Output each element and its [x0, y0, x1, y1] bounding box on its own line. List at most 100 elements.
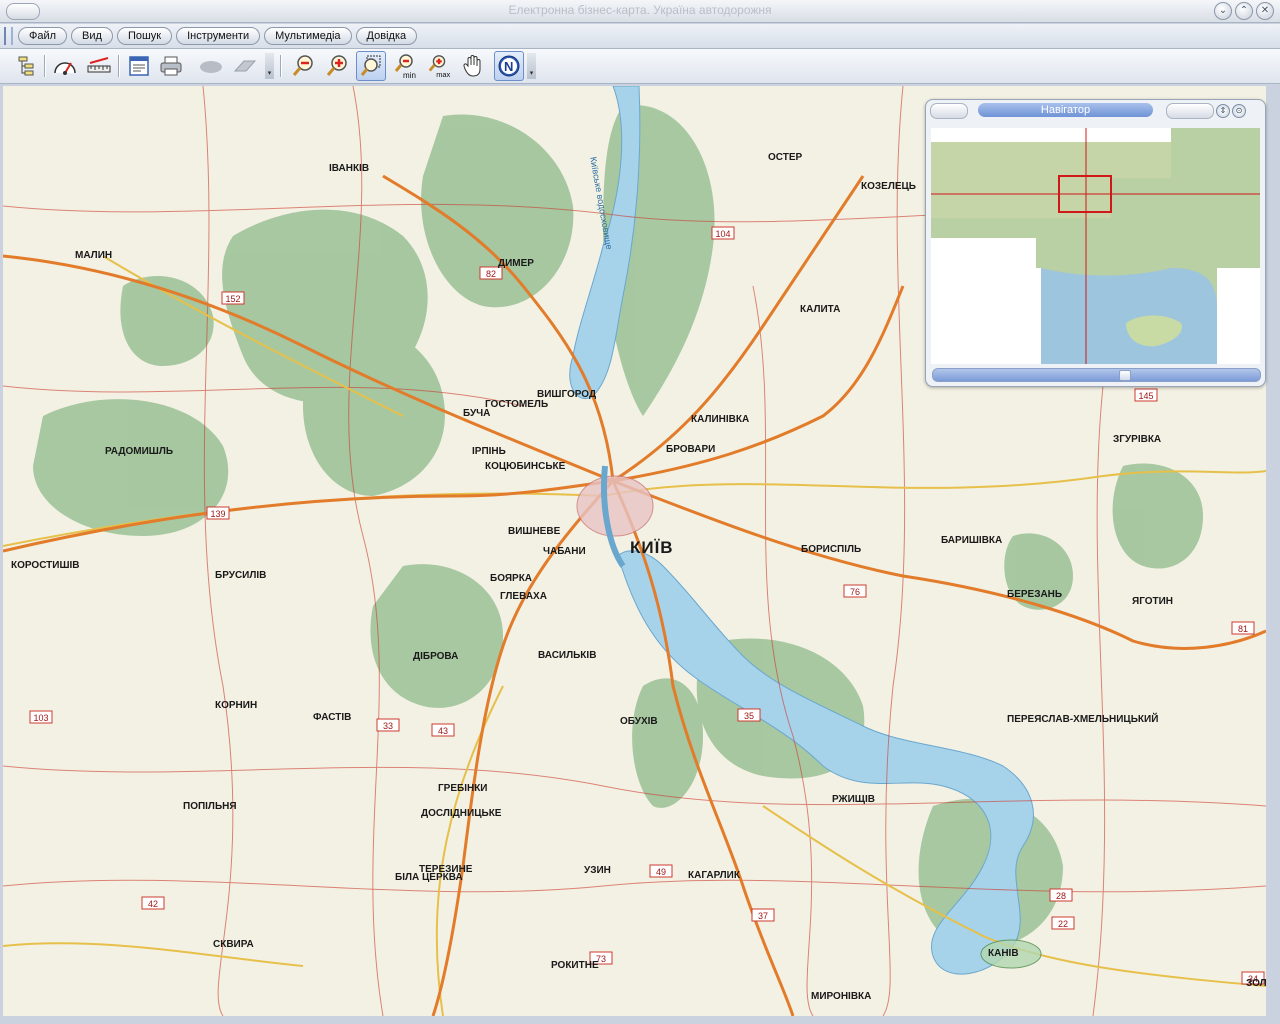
city-label[interactable]: ДОСЛІДНИЦЬКЕ	[421, 808, 501, 819]
menu-tools[interactable]: Інструменти	[176, 27, 261, 45]
city-label[interactable]: ДІБРОВА	[413, 651, 458, 662]
navigator-title: Навігатор	[978, 103, 1153, 117]
city-label[interactable]: СКВИРА	[213, 939, 254, 950]
svg-text:76: 76	[850, 587, 860, 597]
road-number-label: 42	[141, 896, 165, 910]
zoom-min-icon[interactable]: min	[392, 53, 418, 79]
road-number-label: 37	[751, 908, 775, 922]
zoom-max-label: max	[436, 70, 450, 79]
menu-view[interactable]: Вид	[71, 27, 113, 45]
city-label[interactable]: ТЕРЕЗИНЕ	[419, 864, 472, 875]
road-number-label: 145	[1134, 388, 1158, 402]
zoom-area-icon[interactable]	[356, 51, 386, 81]
city-label[interactable]: ОБУХІВ	[620, 716, 658, 727]
maximize-button[interactable]: ⌃	[1235, 2, 1253, 20]
zoom-out-icon[interactable]	[290, 53, 316, 79]
navigator-panel[interactable]: Навігатор ⇕ ⊙	[925, 99, 1266, 387]
svg-text:35: 35	[744, 711, 754, 721]
city-label[interactable]: МАЛИН	[75, 250, 112, 261]
navigator-resize-icon[interactable]: ⇕	[1216, 104, 1230, 118]
city-label[interactable]: ГОСТОМЕЛЬ	[485, 399, 548, 410]
city-label[interactable]: ЯГОТИН	[1132, 596, 1173, 607]
city-label[interactable]: ГЛЕВАХА	[500, 591, 547, 602]
city-label[interactable]: ВИШНЕВЕ	[508, 526, 560, 537]
svg-text:152: 152	[225, 294, 240, 304]
city-label[interactable]: РЖИЩІВ	[832, 794, 875, 805]
city-label[interactable]: ДИМЕР	[498, 258, 534, 269]
city-label[interactable]: КОЗЕЛЕЦЬ	[861, 181, 916, 192]
road-number-label: 28	[1049, 888, 1073, 902]
eraser-icon[interactable]	[232, 53, 258, 79]
north-compass-icon[interactable]: N	[494, 51, 524, 81]
city-label[interactable]: КАЛИНІВКА	[691, 414, 749, 425]
city-label[interactable]: КОРОСТИШІВ	[11, 560, 80, 571]
city-label[interactable]: БРУСИЛІВ	[215, 570, 266, 581]
city-label[interactable]: КИЇВ	[630, 538, 674, 558]
menu-search[interactable]: Пошук	[116, 27, 173, 45]
city-label[interactable]: ПЕРЕЯСЛАВ-ХМЕЛЬНИЦЬКИЙ	[1007, 714, 1158, 725]
menu-multimedia[interactable]: Мультимедіа	[264, 27, 352, 45]
close-button[interactable]: ✕	[1256, 2, 1274, 20]
toolbar: ▾ min max N ▾	[0, 49, 1280, 84]
city-label[interactable]: БРОВАРИ	[666, 444, 715, 455]
road-number-label: 81	[1231, 621, 1255, 635]
city-label[interactable]: БАРИШІВКА	[941, 535, 1002, 546]
city-label[interactable]: ГРЕБІНКИ	[438, 783, 488, 794]
navigator-grip[interactable]	[930, 103, 968, 119]
svg-text:139: 139	[210, 509, 225, 519]
print-icon[interactable]	[158, 53, 184, 79]
navigator-pill[interactable]	[1166, 103, 1214, 119]
zoom-max-icon[interactable]: max	[426, 53, 452, 79]
city-label[interactable]: ЗОЛ	[1246, 978, 1266, 989]
navigator-scrollbar[interactable]	[932, 368, 1261, 382]
speedometer-icon[interactable]	[52, 53, 78, 79]
svg-text:103: 103	[33, 713, 48, 723]
city-label[interactable]: КАНІВ	[988, 948, 1019, 959]
navigator-scroll-thumb[interactable]	[1119, 370, 1131, 381]
zoom-in-icon[interactable]	[324, 53, 350, 79]
menubar-grip[interactable]	[4, 27, 13, 45]
window-edge-right	[1266, 86, 1280, 1024]
city-label[interactable]: ЧАБАНИ	[543, 546, 586, 557]
ruler-icon[interactable]	[86, 53, 112, 79]
city-label[interactable]: КАГАРЛИК	[688, 870, 740, 881]
minimize-button[interactable]: ⌄	[1214, 2, 1232, 20]
city-label[interactable]: БОЯРКА	[490, 573, 532, 584]
city-label[interactable]: ОСТЕР	[768, 152, 802, 163]
svg-text:81: 81	[1238, 624, 1248, 634]
svg-text:145: 145	[1138, 391, 1153, 401]
city-label[interactable]: ІВАНКІВ	[329, 163, 369, 174]
svg-text:82: 82	[486, 269, 496, 279]
legend-icon[interactable]	[126, 53, 152, 79]
cloud-icon[interactable]	[198, 53, 224, 79]
city-label[interactable]: КАЛИТА	[800, 304, 840, 315]
city-label[interactable]: РОКИТНЕ	[551, 960, 599, 971]
navigator-minimap[interactable]	[931, 128, 1260, 364]
pan-hand-icon[interactable]	[460, 53, 486, 79]
svg-text:104: 104	[715, 229, 730, 239]
zoom-min-label: min	[403, 71, 416, 79]
layers-icon[interactable]	[14, 53, 40, 79]
city-label[interactable]: БОРИСПІЛЬ	[801, 544, 861, 555]
city-label[interactable]: ЗГУРІВКА	[1113, 434, 1161, 445]
city-label[interactable]: РАДОМИШЛЬ	[105, 446, 173, 457]
city-label[interactable]: БЕРЕЗАНЬ	[1007, 589, 1062, 600]
navigator-settings-icon[interactable]: ⊙	[1232, 104, 1246, 118]
city-label[interactable]: УЗИН	[584, 865, 611, 876]
toolbar-overflow-chevron-2[interactable]: ▾	[527, 53, 536, 79]
menu-help[interactable]: Довідка	[355, 27, 418, 45]
city-label[interactable]: МИРОНІВКА	[811, 991, 871, 1002]
window-title: Електронна бізнес-карта. Україна автодор…	[508, 3, 772, 17]
city-label[interactable]: ВАСИЛЬКІВ	[538, 650, 596, 661]
city-label[interactable]: ПОПІЛЬНЯ	[183, 801, 237, 812]
menu-file[interactable]: Файл	[18, 27, 68, 45]
city-label[interactable]: КОЦЮБИНСЬКЕ	[485, 461, 565, 472]
road-number-label: 103	[29, 710, 53, 724]
road-number-label: 43	[431, 723, 455, 737]
north-label: N	[504, 59, 513, 74]
city-label[interactable]: ФАСТІВ	[313, 712, 351, 723]
toolbar-overflow-chevron[interactable]: ▾	[265, 53, 274, 79]
road-number-label: 35	[737, 708, 761, 722]
city-label[interactable]: КОРНИН	[215, 700, 257, 711]
city-label[interactable]: ІРПІНЬ	[472, 446, 506, 457]
